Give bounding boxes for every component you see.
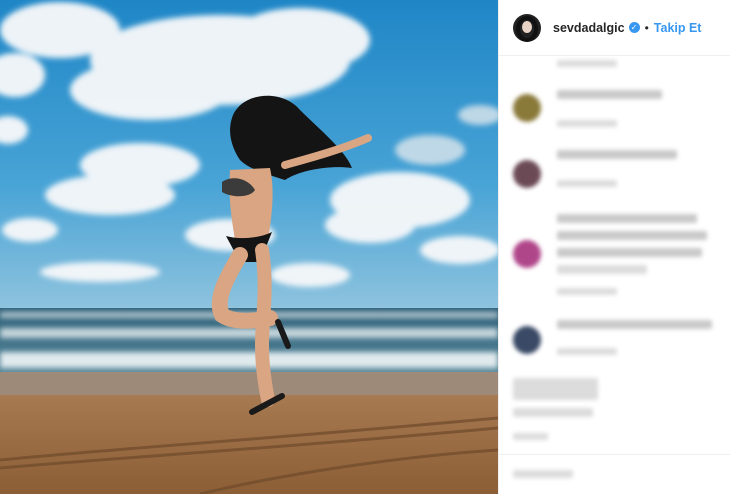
- comment-avatar[interactable]: [513, 160, 541, 188]
- post-header: sevdadalgic ✓ • Takip Et: [499, 0, 730, 56]
- blurred-comment-text: [557, 320, 712, 329]
- separator-dot: •: [644, 20, 649, 35]
- blurred-comment-meta: [557, 120, 617, 127]
- blurred-comment-input[interactable]: [513, 470, 573, 478]
- blurred-comment-text: [557, 150, 677, 159]
- divider: [499, 454, 730, 455]
- blurred-comment-text: [557, 248, 702, 257]
- beach-photo-illustration: [0, 0, 498, 494]
- comment-avatar[interactable]: [513, 326, 541, 354]
- post-photo[interactable]: [0, 0, 498, 494]
- blurred-comment-meta: [557, 348, 617, 355]
- blurred-comment-text: [557, 90, 662, 99]
- blurred-comment-meta: [557, 288, 617, 295]
- blurred-comment-meta: [557, 60, 617, 67]
- verified-badge-icon: ✓: [628, 22, 640, 33]
- follow-button[interactable]: Takip Et: [654, 21, 702, 35]
- blurred-action-bar[interactable]: [513, 378, 598, 400]
- blurred-comment-text: [557, 214, 697, 223]
- blurred-comment-text: [557, 265, 647, 274]
- blurred-likes-count: [513, 408, 593, 417]
- comment-avatar[interactable]: [513, 94, 541, 122]
- profile-avatar[interactable]: [513, 13, 541, 42]
- blurred-comment-meta: [557, 180, 617, 187]
- avatar-face: [522, 20, 532, 33]
- post-sidebar: sevdadalgic ✓ • Takip Et: [498, 0, 730, 494]
- username-link[interactable]: sevdadalgic: [553, 21, 625, 35]
- blurred-comment-text: [557, 231, 707, 240]
- comments-area-blurred: [499, 56, 730, 494]
- comment-avatar[interactable]: [513, 240, 541, 268]
- blurred-timestamp: [513, 433, 548, 440]
- instagram-post: sevdadalgic ✓ • Takip Et: [0, 0, 730, 494]
